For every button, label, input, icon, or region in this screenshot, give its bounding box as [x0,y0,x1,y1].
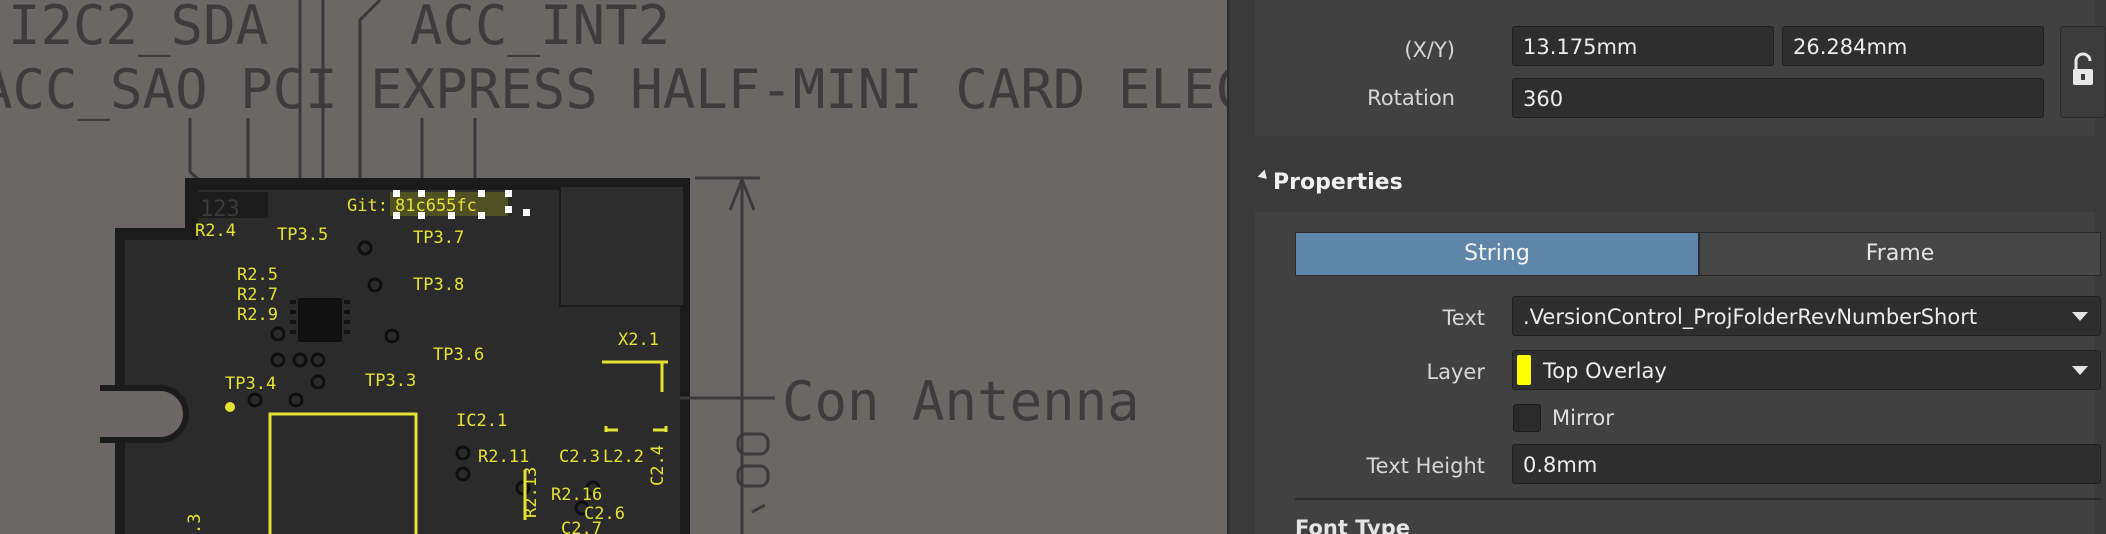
layer-dropdown[interactable]: Top Overlay [1512,350,2101,390]
silk-X2.1: X2.1 [618,330,659,350]
layer-label: Layer [1426,360,1485,384]
silk-C2.4: C2.4 [648,445,668,486]
tab-frame[interactable]: Frame [1699,232,2101,276]
silk-R2.11: R2.11 [478,447,529,467]
xy-label: (X/Y) [1404,38,1455,62]
y-position-field[interactable]: 26.284mm [1782,26,2044,66]
silk-TP3.6: TP3.6 [433,345,484,365]
board-title-text: ACC_SAO PCI EXPRESS HALF-MINI CARD ELEC [0,58,1227,121]
properties-section: String Frame Text .VersionControl_ProjFo… [1255,212,2101,534]
unlock-icon [2073,52,2093,85]
dimension-arrow [680,175,775,534]
lock-button[interactable] [2060,26,2106,118]
mirror-checkbox[interactable] [1513,404,1541,432]
silk-TP3.7: TP3.7 [413,228,464,248]
x-position-field[interactable]: 13.175mm [1512,26,1774,66]
net-label-acc-int2: ACC_INT2 [410,0,670,57]
location-section: (X/Y) 13.175mm 26.284mm Rotation 360 [1255,0,2106,136]
properties-panel: (X/Y) 13.175mm 26.284mm Rotation 360 Pro… [1227,0,2106,534]
silk-C2.7: C2.7 [561,519,602,534]
layer-dropdown-value: Top Overlay [1543,359,1667,383]
rotation-field[interactable]: 360 [1512,78,2044,118]
silk-TP3.5: TP3.5 [277,225,328,245]
silk-R2.4: R2.4 [195,221,236,241]
text-label: Text [1442,306,1485,330]
collapse-triangle-icon[interactable] [1257,169,1271,183]
silk-IC2.1: IC2.1 [456,411,507,431]
git-label: Git: [347,196,388,216]
silk-TP3.3: TP3.3 [365,371,416,391]
silk-R2.13: R2.13 [521,467,541,518]
silk-R2.9: R2.9 [237,305,278,325]
net-label-i2c2-sda: I2C2_SDA [8,0,268,57]
divider [1295,498,2101,500]
svg-text:.3: .3 [185,514,205,534]
antenna-label: Con Antenna [782,370,1140,433]
mirror-label: Mirror [1552,406,1614,430]
silk-R2.16: R2.16 [551,485,602,505]
silk-TP3.8: TP3.8 [413,275,464,295]
pcb-drawing: I2C2_SDA ACC_INT2 ACC_SAO PCI EXPRESS HA… [0,0,1227,534]
silk-R2.7: R2.7 [237,285,278,305]
chevron-down-icon [2072,366,2088,375]
text-dropdown-value: .VersionControl_ProjFolderRevNumberShort [1523,305,1978,329]
git-hash-text[interactable]: 81c655fc [395,196,477,216]
properties-header[interactable]: Properties [1273,170,1403,195]
pcb-canvas[interactable]: I2C2_SDA ACC_INT2 ACC_SAO PCI EXPRESS HA… [0,0,1227,534]
text-dropdown[interactable]: .VersionControl_ProjFolderRevNumberShort [1512,296,2101,336]
text-height-field[interactable]: 0.8mm [1512,444,2101,484]
silk-R2.5: R2.5 [237,265,278,285]
rotation-label: Rotation [1367,86,1455,110]
silk-L2.2: L2.2 [603,447,644,467]
chevron-down-icon [2072,312,2088,321]
text-height-label: Text Height [1366,454,1485,478]
tab-string[interactable]: String [1295,232,1699,276]
silk-logo: 123 [200,197,240,222]
layer-color-swatch [1517,355,1531,385]
silk-C2.3: C2.3 [559,447,600,467]
font-type-label: Font Type [1295,516,1411,534]
silk-TP3.4: TP3.4 [225,374,276,394]
